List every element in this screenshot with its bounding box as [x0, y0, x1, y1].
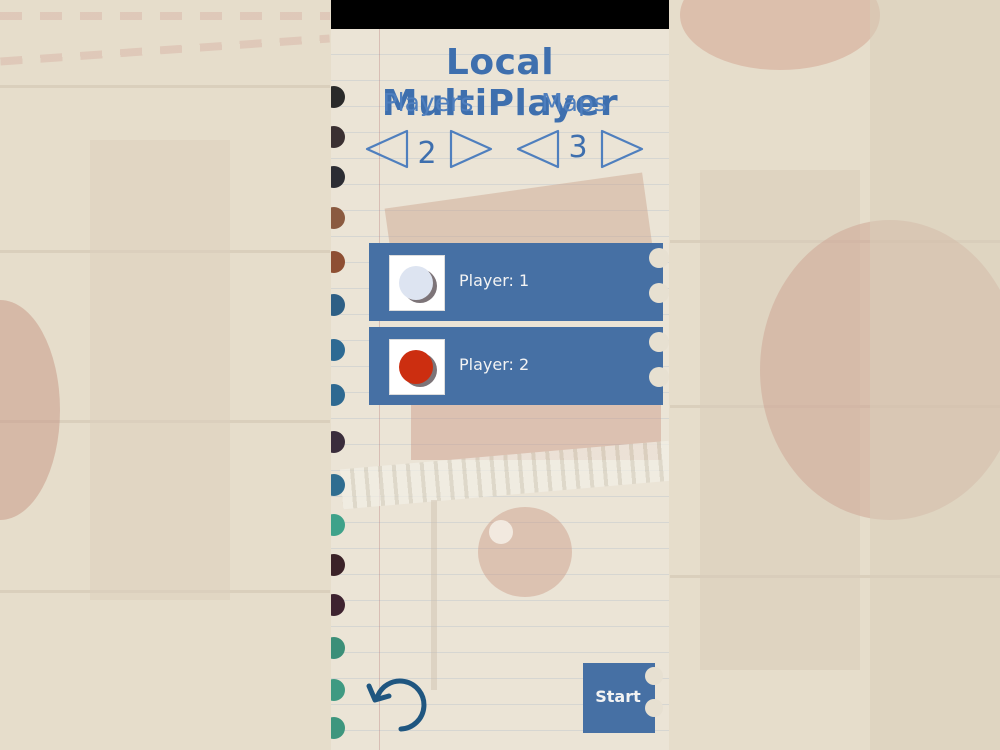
binder-hole [331, 339, 345, 361]
scene-dot [489, 520, 513, 544]
player-1-ball-icon [399, 266, 433, 300]
players-decrease-arrow-icon[interactable] [364, 128, 410, 170]
player-1-avatar [389, 255, 445, 311]
binder-hole [331, 431, 345, 453]
start-button[interactable]: Start [583, 663, 663, 733]
maps-count: 3 [568, 130, 588, 165]
card-notch [649, 283, 669, 303]
binder-hole [331, 594, 345, 616]
background-blob [680, 0, 880, 70]
binder-hole [331, 294, 345, 316]
background-dashes [0, 34, 330, 66]
players-count: 2 [417, 136, 437, 171]
binder-hole [331, 384, 345, 406]
binder-hole [331, 554, 345, 576]
background-panel [90, 140, 230, 600]
binder-hole [331, 717, 345, 739]
binder-hole [331, 207, 345, 229]
player-1-label: Player: 1 [459, 271, 530, 290]
start-button-label: Start [595, 687, 641, 706]
binder-hole [331, 474, 345, 496]
maps-selector: 3 [515, 126, 655, 172]
player-2-avatar [389, 339, 445, 395]
binder-hole [331, 679, 345, 701]
binder-hole [331, 637, 345, 659]
card-notch [649, 367, 669, 387]
scene-circle [478, 507, 572, 597]
player-card-2[interactable]: Player: 2 [369, 327, 669, 405]
player-2-label: Player: 2 [459, 355, 530, 374]
undo-arrow-icon[interactable] [363, 676, 433, 736]
binder-hole [331, 514, 345, 536]
maps-increase-arrow-icon[interactable] [599, 128, 645, 170]
player-2-ball-icon [399, 350, 433, 384]
card-notch [649, 248, 669, 268]
background-line [0, 85, 330, 88]
players-label: Players [382, 88, 474, 117]
status-bar [331, 0, 669, 29]
binder-hole [331, 166, 345, 188]
card-notch [649, 332, 669, 352]
scene-line [431, 500, 437, 690]
background-blob [0, 300, 60, 520]
background-panel [870, 0, 1000, 750]
background-dashes [0, 12, 330, 20]
maps-decrease-arrow-icon[interactable] [515, 128, 561, 170]
button-notch [645, 667, 663, 685]
players-increase-arrow-icon[interactable] [448, 128, 494, 170]
binder-hole [331, 251, 345, 273]
binder-hole [331, 126, 345, 148]
maps-label: Maps [541, 88, 607, 117]
player-card-1[interactable]: Player: 1 [369, 243, 669, 321]
binder-holes [331, 29, 349, 750]
players-selector: 2 [364, 126, 504, 172]
game-screen: Local MultiPlayer Players Maps 2 3 Playe… [331, 0, 669, 750]
